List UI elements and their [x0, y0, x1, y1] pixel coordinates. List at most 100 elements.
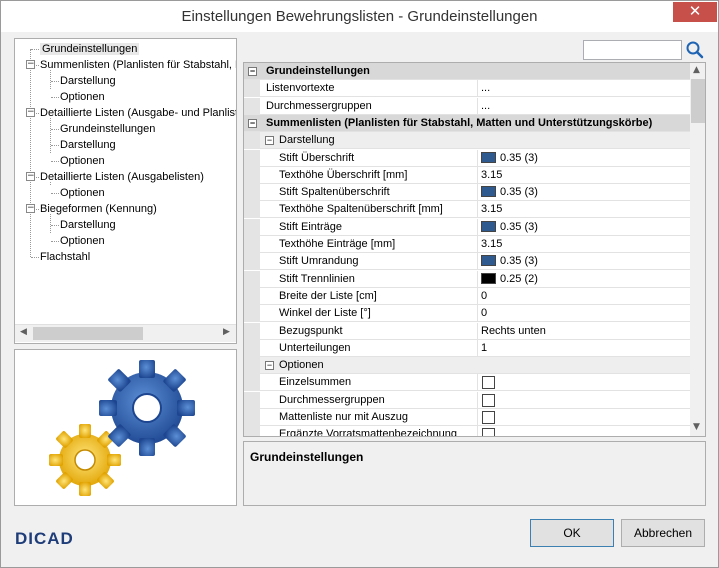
collapse-icon[interactable]: −: [26, 204, 35, 213]
property-row[interactable]: Texthöhe Spaltenüberschrift [mm] 3.15: [244, 201, 690, 218]
subcategory-row[interactable]: − Darstellung: [244, 132, 690, 149]
tree-item[interactable]: Biegeformen (Kennung): [40, 201, 157, 217]
property-row[interactable]: Texthöhe Überschrift [mm] 3.15: [244, 167, 690, 184]
property-row[interactable]: Stift Einträge 0.35 (3): [244, 219, 690, 236]
tree-item[interactable]: Optionen: [60, 185, 105, 201]
column-separator: [477, 219, 478, 236]
column-separator: [477, 409, 478, 426]
property-checkbox[interactable]: [482, 394, 495, 407]
search-input[interactable]: [583, 40, 682, 60]
tree-item-label: Optionen: [60, 187, 105, 199]
property-label: Darstellung: [279, 134, 335, 146]
window-title: Einstellungen Bewehrungslisten - Grundei…: [181, 8, 538, 25]
property-row[interactable]: Stift Überschrift 0.35 (3): [244, 150, 690, 167]
tree-connector: [51, 145, 59, 146]
collapse-icon[interactable]: −: [26, 172, 35, 181]
property-label: Stift Umrandung: [279, 255, 359, 267]
search-icon[interactable]: [685, 40, 705, 60]
property-label: Listenvortexte: [266, 82, 335, 94]
collapse-icon[interactable]: −: [26, 60, 35, 69]
property-value[interactable]: 0.35 (3): [481, 184, 538, 201]
property-checkbox[interactable]: [482, 428, 495, 436]
subcategory-row[interactable]: − Optionen: [244, 357, 690, 374]
property-label: Texthöhe Einträge [mm]: [279, 238, 396, 250]
property-value[interactable]: 0: [481, 305, 487, 322]
tree-item[interactable]: Detaillierte Listen (Ausgabelisten): [40, 169, 204, 185]
property-row[interactable]: Durchmessergruppen: [244, 392, 690, 409]
property-label: Bezugspunkt: [279, 325, 343, 337]
property-row[interactable]: Durchmessergruppen...: [244, 98, 690, 115]
property-row[interactable]: Unterteilungen 1: [244, 340, 690, 357]
property-row[interactable]: Stift Spaltenüberschrift 0.35 (3): [244, 184, 690, 201]
property-row[interactable]: Breite der Liste [cm] 0: [244, 288, 690, 305]
property-checkbox[interactable]: [482, 376, 495, 389]
tree-item[interactable]: Darstellung: [60, 217, 116, 233]
property-grid[interactable]: − Grundeinstellungen Listenvortexte... Durc…: [243, 62, 706, 437]
property-checkbox[interactable]: [482, 411, 495, 424]
tree-item[interactable]: Optionen: [60, 89, 105, 105]
property-value[interactable]: 3.15: [481, 167, 502, 184]
tree-item[interactable]: Detaillierte Listen (Ausgabe- und Planli…: [40, 105, 236, 121]
property-row[interactable]: Winkel der Liste [°] 0: [244, 305, 690, 322]
property-row[interactable]: Stift Umrandung 0.35 (3): [244, 253, 690, 270]
tree-item[interactable]: Grundeinstellungen: [60, 121, 155, 137]
property-value[interactable]: 0.35 (3): [481, 150, 538, 167]
property-label: Einzelsummen: [279, 376, 352, 388]
property-value[interactable]: 0.35 (3): [481, 253, 538, 270]
property-row[interactable]: Bezugspunkt Rechts unten: [244, 323, 690, 340]
cancel-button[interactable]: Abbrechen: [621, 519, 705, 547]
tree-horizontal-scrollbar[interactable]: ◀ ▶: [15, 324, 236, 342]
property-row[interactable]: Texthöhe Einträge [mm] 3.15: [244, 236, 690, 253]
tree-item[interactable]: Darstellung: [60, 137, 116, 153]
gears-icon: [49, 360, 195, 496]
row-margin: [244, 288, 260, 305]
scroll-right-icon[interactable]: ▶: [223, 327, 230, 337]
tree-item[interactable]: Darstellung: [60, 73, 116, 89]
property-row[interactable]: Einzelsummen: [244, 374, 690, 391]
scroll-down-icon[interactable]: ▼: [693, 422, 700, 432]
property-row[interactable]: Listenvortexte...: [244, 80, 690, 97]
close-button[interactable]: ✕: [673, 2, 717, 22]
collapse-icon[interactable]: −: [265, 136, 274, 145]
property-value[interactable]: 0: [481, 288, 487, 305]
scroll-up-icon[interactable]: ▲: [693, 65, 700, 75]
category-row[interactable]: − Grundeinstellungen: [244, 63, 690, 80]
collapse-icon[interactable]: −: [248, 119, 257, 128]
ok-button[interactable]: OK: [530, 519, 614, 547]
row-margin: [244, 98, 260, 115]
property-value[interactable]: 3.15: [481, 236, 502, 253]
collapse-icon[interactable]: −: [248, 67, 257, 76]
tree-item[interactable]: Flachstahl: [40, 249, 90, 265]
property-row[interactable]: Ergänzte Vorratsmattenbezeichnung: [244, 426, 690, 436]
column-separator: [477, 392, 478, 409]
tree-item[interactable]: Optionen: [60, 233, 105, 249]
category-tree[interactable]: Grundeinstellungen Summenlisten (Planlist…: [14, 38, 237, 344]
property-value[interactable]: Rechts unten: [481, 323, 546, 340]
property-value[interactable]: 3.15: [481, 201, 502, 218]
grid-vertical-scrollbar[interactable]: ▲ ▼: [690, 63, 705, 436]
tree-item[interactable]: Summenlisten (Planlisten für Stabstahl, …: [40, 57, 236, 73]
property-value[interactable]: ...: [481, 80, 490, 97]
property-label: Texthöhe Überschrift [mm]: [279, 169, 408, 181]
property-row[interactable]: Mattenliste nur mit Auszug: [244, 409, 690, 426]
collapse-icon[interactable]: −: [26, 108, 35, 117]
grid-scroll-thumb[interactable]: [691, 79, 705, 123]
tree-item[interactable]: Grundeinstellungen: [40, 41, 140, 57]
tree-item[interactable]: Optionen: [60, 153, 105, 169]
property-value[interactable]: 0.25 (2): [481, 271, 538, 288]
row-margin: [244, 219, 260, 236]
property-value-text: 3.15: [481, 169, 503, 181]
property-value[interactable]: 0.35 (3): [481, 219, 538, 236]
collapse-icon[interactable]: −: [265, 361, 274, 370]
tree-connector: [51, 129, 59, 130]
column-separator: [477, 236, 478, 253]
property-value[interactable]: ...: [481, 98, 490, 115]
property-value[interactable]: 1: [481, 340, 487, 357]
tree-scroll-thumb[interactable]: [33, 327, 143, 340]
category-row[interactable]: − Summenlisten (Planlisten für Stabstahl,…: [244, 115, 690, 132]
row-margin: [244, 80, 260, 97]
property-row[interactable]: Stift Trennlinien 0.25 (2): [244, 271, 690, 288]
scroll-left-icon[interactable]: ◀: [20, 327, 27, 337]
pen-color-swatch: [481, 221, 496, 232]
property-value-text: 0: [481, 290, 488, 302]
